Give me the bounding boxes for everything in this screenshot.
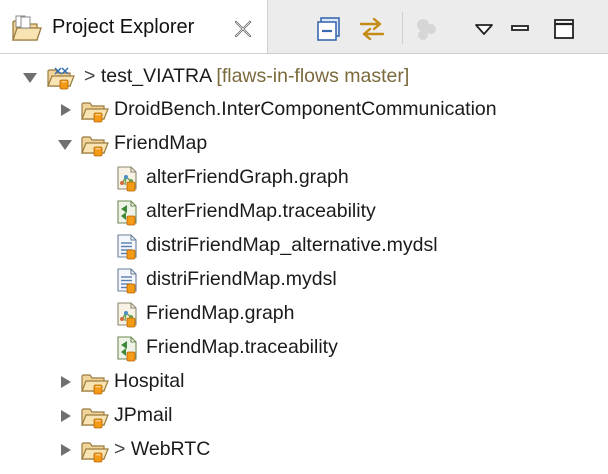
tree-row-file[interactable]: distriFriendMap_alternative.mydsl	[0, 229, 608, 263]
project-tree: > test_VIATRA [flaws-in-flows master] Dr…	[0, 60, 608, 474]
git-branch-label: [flaws-in-flows master]	[216, 65, 410, 87]
folder-label: WebRTC	[130, 438, 211, 460]
maximize-icon[interactable]	[548, 14, 580, 44]
project-explorer-icon	[10, 14, 42, 49]
tree-row-file[interactable]: FriendMap.graph	[0, 297, 608, 331]
traceability-file-icon	[114, 335, 144, 362]
tree-row-folder[interactable]: DroidBench.InterComponentCommunication	[0, 93, 608, 127]
expanded-arrow-icon[interactable]	[22, 69, 38, 85]
dirty-marker: >	[84, 65, 96, 87]
traceability-file-icon	[114, 199, 144, 226]
dirty-marker: >	[114, 438, 126, 460]
view-title: Project Explorer	[52, 16, 195, 38]
text-file-icon	[114, 267, 144, 294]
link-with-editor-icon[interactable]	[356, 14, 388, 44]
tree-row-file[interactable]: alterFriendMap.traceability	[0, 195, 608, 229]
collapsed-arrow-icon[interactable]	[57, 374, 73, 390]
collapsed-arrow-icon[interactable]	[57, 442, 73, 458]
tree-row-file[interactable]: distriFriendMap.mydsl	[0, 263, 608, 297]
graph-file-icon	[114, 301, 144, 328]
tree-row-file[interactable]: FriendMap.traceability	[0, 331, 608, 365]
text-file-icon	[114, 233, 144, 260]
folder-icon	[80, 369, 110, 395]
folder-icon	[80, 403, 110, 429]
graph-file-icon	[114, 165, 144, 192]
file-label: distriFriendMap_alternative.mydsl	[146, 234, 438, 256]
collapsed-arrow-icon[interactable]	[57, 102, 73, 118]
collapse-all-icon[interactable]	[314, 14, 346, 44]
tree-row-folder[interactable]: JPmail	[0, 399, 608, 433]
expanded-arrow-icon[interactable]	[57, 136, 73, 152]
folder-icon	[80, 437, 110, 463]
file-label: FriendMap.traceability	[146, 336, 338, 358]
tree-row-folder[interactable]: > WebRTC	[0, 433, 608, 467]
tree-row-file[interactable]: alterFriendGraph.graph	[0, 161, 608, 195]
toolbar-separator	[402, 12, 403, 44]
folder-label: JPmail	[114, 404, 173, 426]
view-menu-icon[interactable]	[468, 14, 500, 44]
view-header: Project Explorer	[0, 0, 608, 54]
file-label: alterFriendGraph.graph	[146, 166, 349, 188]
folder-icon	[80, 97, 110, 123]
folder-icon	[80, 131, 110, 157]
file-label: alterFriendMap.traceability	[146, 200, 376, 222]
project-name: test_VIATRA	[100, 65, 211, 87]
file-label: distriFriendMap.mydsl	[146, 268, 337, 290]
focus-active-task-icon[interactable]	[410, 14, 442, 44]
project-icon	[46, 64, 76, 90]
tab-project-explorer[interactable]: Project Explorer	[0, 0, 268, 53]
folder-label: FriendMap	[114, 132, 208, 154]
file-label: FriendMap.graph	[146, 302, 295, 324]
minimize-icon[interactable]	[504, 14, 536, 44]
folder-label: DroidBench.InterComponentCommunication	[114, 98, 497, 120]
folder-label: Hospital	[114, 370, 185, 392]
tree-row-folder[interactable]: Hospital	[0, 365, 608, 399]
tree-row-folder[interactable]: FriendMap	[0, 127, 608, 161]
tree-row-project[interactable]: > test_VIATRA [flaws-in-flows master]	[0, 60, 608, 94]
close-icon[interactable]	[232, 18, 254, 45]
collapsed-arrow-icon[interactable]	[57, 408, 73, 424]
